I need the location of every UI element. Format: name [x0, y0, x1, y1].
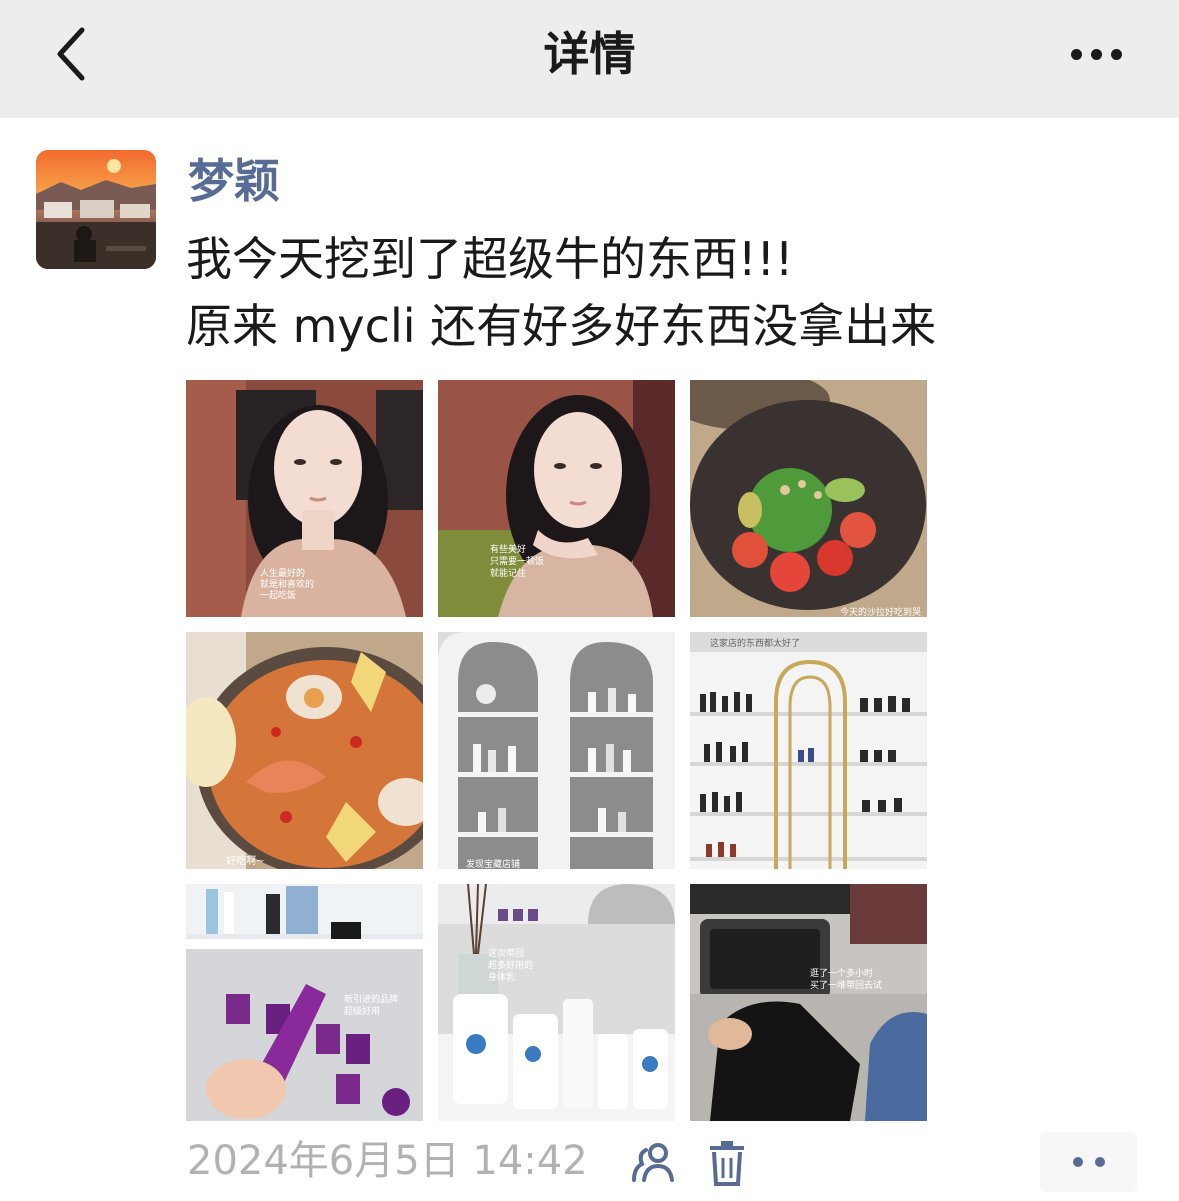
- photo-caption: 超级好用: [344, 1005, 380, 1017]
- photo-caption: 逛了一个多小时: [810, 967, 873, 979]
- post-text-line: 原来 mycli 还有好多好东西没拿出来: [186, 299, 937, 353]
- photo-caption: 人生最好的: [260, 567, 305, 579]
- photo-selfie-1[interactable]: 人生最好的 就是和喜欢的 一起吃饭: [186, 380, 423, 617]
- photo-caption: 身体乳: [488, 971, 515, 983]
- photo-caption: 有些美好: [490, 543, 526, 555]
- photo-seafood-paella[interactable]: 好吃啊~: [186, 632, 423, 869]
- photo-caption: 就能记住: [490, 567, 526, 579]
- page-title: 详情: [543, 27, 636, 81]
- post-timestamp: 2024年6月5日 14:42: [187, 1138, 588, 1184]
- dot: [1094, 1157, 1105, 1167]
- post-text-line: 我今天挖到了超级牛的东西!!!: [186, 232, 794, 286]
- photo-caption: 一起吃饭: [260, 589, 296, 601]
- post-text: 我今天挖到了超级牛的东西!!! 原来 mycli 还有好多好东西没拿出来: [186, 226, 1146, 360]
- photo-selfie-2[interactable]: 有些美好 只需要一顿饭 就能记住: [438, 380, 675, 617]
- photo-grid: 人生最好的 就是和喜欢的 一起吃饭 有些美好 只需要一顿饭 就能记住 今天的沙拉…: [186, 380, 927, 1121]
- photo-caption: 买了一堆带回去试: [810, 979, 882, 991]
- more-options-button[interactable]: [1058, 30, 1134, 78]
- photo-gold-shelf[interactable]: 这家店的东西都太好了: [690, 632, 927, 869]
- photo-caption: 超多好用的: [488, 959, 533, 971]
- photo-caption: 新引进的品牌: [344, 993, 398, 1005]
- comment-dots-icon[interactable]: [1040, 1132, 1137, 1192]
- photo-caption: 今天的沙拉好吃到哭: [840, 606, 921, 617]
- photo-purple-skincare[interactable]: 新引进的品牌 超级好用: [186, 884, 423, 1121]
- photo-white-shelf[interactable]: 发现宝藏店铺: [438, 632, 675, 869]
- dot: [1072, 1157, 1083, 1167]
- photo-caption: 好吃啊~: [226, 854, 264, 867]
- photo-lotion-bottles[interactable]: 这次带回 超多好用的 身体乳: [438, 884, 675, 1121]
- chevron-left-icon: [57, 27, 85, 81]
- trash-icon[interactable]: [708, 1140, 746, 1186]
- ellipsis-icon: [1070, 48, 1082, 60]
- back-button[interactable]: [40, 22, 100, 86]
- photo-caption: 发现宝藏店铺: [466, 858, 520, 869]
- photo-car-interior[interactable]: 逛了一个多小时 买了一堆带回去试: [690, 884, 927, 1121]
- photo-caption: 只需要一顿饭: [490, 555, 544, 567]
- photo-caption: 就是和喜欢的: [260, 578, 314, 590]
- avatar[interactable]: [36, 150, 156, 269]
- photo-caption: 这家店的东西都太好了: [710, 637, 800, 649]
- nav-bar: 详情: [0, 0, 1179, 118]
- ellipsis-dot: [1110, 48, 1122, 60]
- post-footer: 2024年6月5日 14:42: [0, 1128, 1179, 1201]
- photo-caption: 这次带回: [488, 947, 524, 959]
- ellipsis-dot: [1090, 48, 1102, 60]
- photo-avocado-salad[interactable]: 今天的沙拉好吃到哭: [690, 380, 927, 617]
- author-name[interactable]: 梦颖: [188, 150, 280, 212]
- people-icon[interactable]: [632, 1140, 678, 1186]
